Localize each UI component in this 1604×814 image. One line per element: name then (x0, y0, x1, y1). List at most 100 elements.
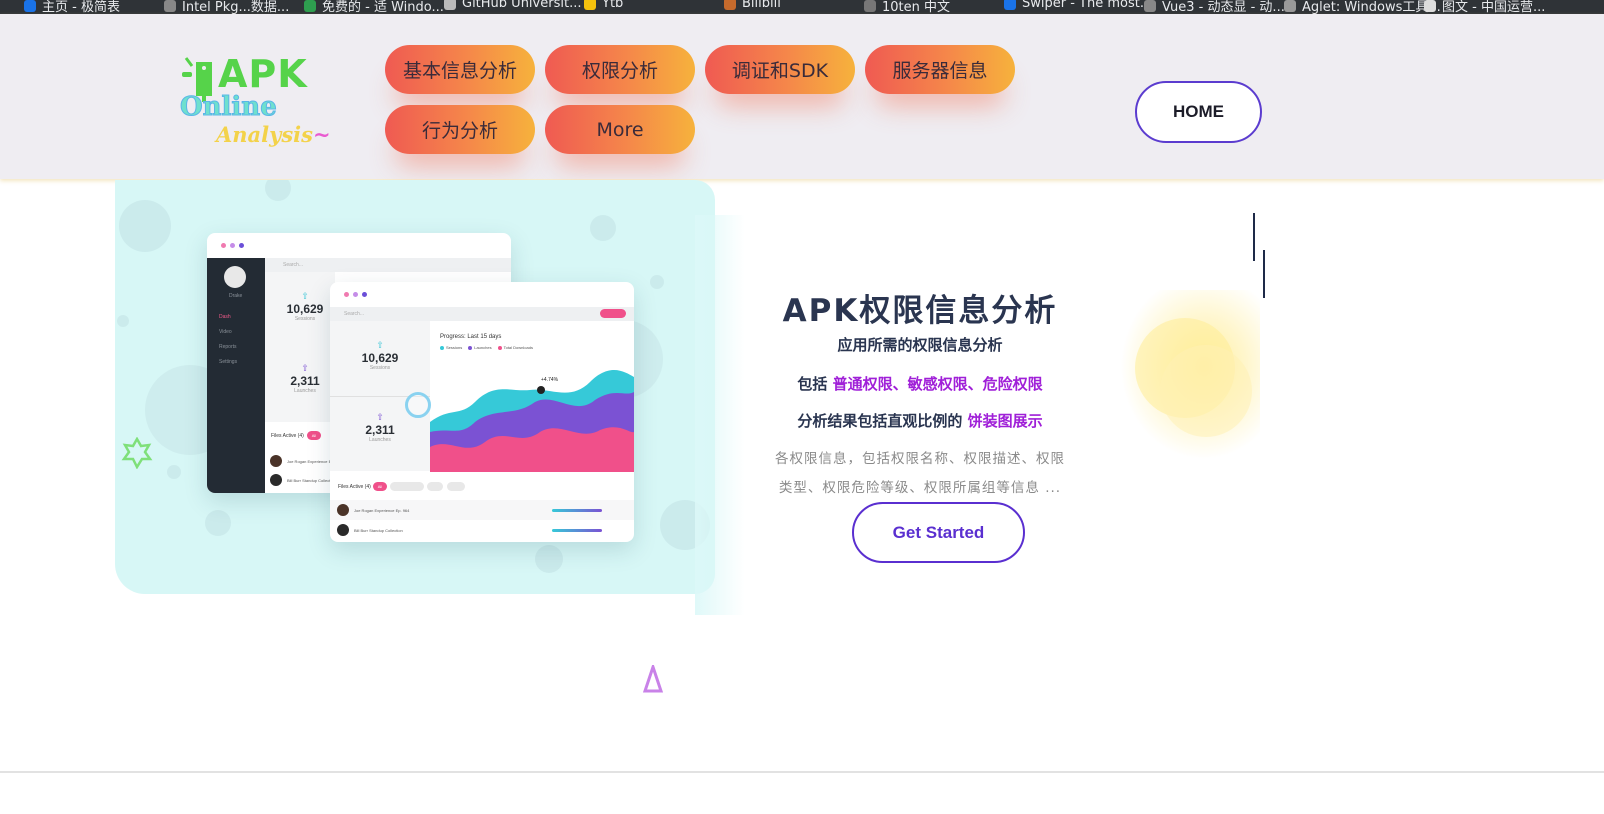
decor-bubble (167, 465, 181, 479)
decor-bubble (117, 315, 129, 327)
bookmarks-bar: 主页 - 极简表 Intel Pkg...数据... 免费的 - 适 Windo..… (0, 0, 1604, 14)
window-dots (221, 243, 244, 248)
stat-sessions: ⇧ 10,629 Sessions (286, 291, 324, 322)
card-fade (695, 215, 745, 615)
row-title: Joe Rogan Experience Ep. 964 (354, 508, 410, 513)
bookmark-label: Bilibili (742, 0, 781, 11)
nav-cert-sdk[interactable]: 调证和SDK (705, 45, 855, 94)
nav-more[interactable]: More (545, 105, 695, 154)
hero-subtitle: 应用所需的权限信息分析 (837, 336, 1003, 354)
bookmark-label: 10ten 中文 (882, 0, 951, 14)
dashboard-mockup-front: Search... ⇧ 10,629 Sessions ⇧ 2,311 Laun… (330, 282, 634, 542)
hero-description: 各权限信息，包括权限名称、权限描述、权限 类型、权限危险等级、权限所属组等信息 … (775, 451, 1065, 496)
bookmark-label: 图文 - 中国运营... (1442, 0, 1546, 14)
mockup-sidebar: Drake Dash Video Reports Settings (207, 258, 265, 493)
stat-sessions: ⇧ 10,629 Sessions (361, 340, 399, 371)
logo-apk-text: APK (218, 52, 308, 96)
bookmark-favicon-icon (1144, 0, 1156, 12)
bookmark-favicon-icon (444, 0, 456, 10)
decor-bubble (590, 215, 616, 241)
nav-server-info[interactable]: 服务器信息 (865, 45, 1015, 94)
hero-illustration: Drake Dash Video Reports Settings Search… (115, 180, 715, 594)
bookmark-item[interactable]: Aglet: Windows工具... (1284, 0, 1441, 14)
logo-online-text: Online (180, 92, 278, 123)
bookmark-item[interactable]: Ytb (584, 0, 623, 11)
ring-decoration (405, 392, 431, 418)
avatar (224, 266, 246, 288)
row-title: Bill Burr Standup Collection (287, 478, 336, 483)
decor-line (1253, 213, 1255, 261)
mockup-search: Search... (265, 258, 511, 272)
upload-icon: ⇧ (376, 412, 384, 422)
decor-bubble (535, 545, 563, 573)
avatar (270, 474, 282, 486)
hero-feature-line: 包括 普通权限、敏感权限、危险权限 (797, 375, 1043, 393)
decor-bubble (265, 180, 291, 201)
area-chart (430, 370, 634, 472)
sidebar-item: Settings (219, 359, 238, 365)
profile-name: Drake (229, 293, 243, 299)
bookmark-label: 免费的 - 适 Windo... (322, 0, 444, 14)
bookmark-favicon-icon (1004, 0, 1016, 10)
hero-title: APK权限信息分析 (782, 293, 1058, 329)
get-started-button[interactable]: Get Started (852, 502, 1025, 563)
files-active-label: Files Active (4) (271, 433, 304, 439)
site-header: APK Online Analysis~ 基本信息分析 权限分析 调证和SDK … (0, 14, 1604, 179)
bookmark-favicon-icon (304, 0, 316, 12)
bookmark-label: Aglet: Windows工具... (1302, 0, 1441, 14)
sidebar-item: Video (219, 329, 232, 335)
chip-all: All (307, 431, 321, 440)
bookmark-favicon-icon (864, 0, 876, 12)
bookmark-item[interactable]: 免费的 - 适 Windo... (304, 0, 444, 14)
bookmark-favicon-icon (1284, 0, 1296, 12)
peak-label: +4.74% (541, 377, 559, 383)
bookmark-item[interactable]: Swiper - The most... (1004, 0, 1152, 11)
section-divider (0, 771, 1604, 773)
hero-content: APK权限信息分析 应用所需的权限信息分析 包括 普通权限、敏感权限、危险权限 … (760, 285, 1080, 503)
upload-icon: ⇧ (376, 340, 384, 350)
yellow-circle-decoration (1160, 345, 1252, 437)
home-button[interactable]: HOME (1135, 81, 1262, 143)
nav-permission[interactable]: 权限分析 (545, 45, 695, 94)
nav-basic-info[interactable]: 基本信息分析 (385, 45, 535, 94)
bookmark-favicon-icon (724, 0, 736, 10)
bookmark-favicon-icon (164, 0, 176, 12)
bookmark-label: Swiper - The most... (1022, 0, 1153, 11)
sidebar-item: Dash (219, 314, 231, 320)
bookmark-item[interactable]: Bilibili (724, 0, 781, 11)
avatar (337, 504, 349, 516)
hero-feature-line: 分析结果包括直观比例的 饼装图展示 (797, 412, 1043, 430)
bookmark-item[interactable]: Vue3 - 动态显 - 动... (1144, 0, 1285, 14)
decor-line (1263, 250, 1265, 298)
bookmark-item[interactable]: 主页 - 极简表 (24, 0, 120, 14)
decor-bubble (650, 275, 664, 289)
decor-bubble (119, 200, 171, 252)
star-outline-icon (121, 437, 153, 469)
logo-analysis-text: Analysis~ (216, 122, 331, 147)
chart-title: Progress: Last 15 days (440, 334, 502, 340)
bookmark-favicon-icon (584, 0, 596, 10)
upload-icon: ⇧ (301, 363, 309, 373)
bookmark-item[interactable]: GitHub Universit... (444, 0, 581, 11)
nav-behavior[interactable]: 行为分析 (385, 105, 535, 154)
avatar (337, 524, 349, 536)
site-logo[interactable]: APK Online Analysis~ (178, 50, 348, 160)
row-title: Bill Burr Standup Collection (354, 528, 403, 533)
sidebar-item: Reports (219, 344, 237, 350)
avatar (270, 455, 282, 467)
bookmark-item[interactable]: 图文 - 中国运营... (1424, 0, 1545, 14)
bookmark-label: Intel Pkg...数据... (182, 0, 290, 14)
bookmark-label: GitHub Universit... (462, 0, 582, 11)
chart-legend: Sessions Launches Total Downloads (440, 345, 533, 350)
bookmark-favicon-icon (1424, 0, 1436, 12)
files-active-label: Files Active (4) (338, 484, 371, 490)
bookmark-favicon-icon (24, 0, 36, 12)
stat-launches: ⇧ 2,311 Launches (290, 363, 320, 394)
stat-launches: ⇧ 2,311 Launches (365, 412, 395, 443)
chip-all: All (373, 482, 387, 491)
bookmark-label: Vue3 - 动态显 - 动... (1162, 0, 1285, 14)
bookmark-item[interactable]: 10ten 中文 (864, 0, 950, 14)
mockup-search: Search... (330, 307, 634, 321)
bookmark-item[interactable]: Intel Pkg...数据... (164, 0, 289, 14)
upload-icon: ⇧ (301, 291, 309, 301)
